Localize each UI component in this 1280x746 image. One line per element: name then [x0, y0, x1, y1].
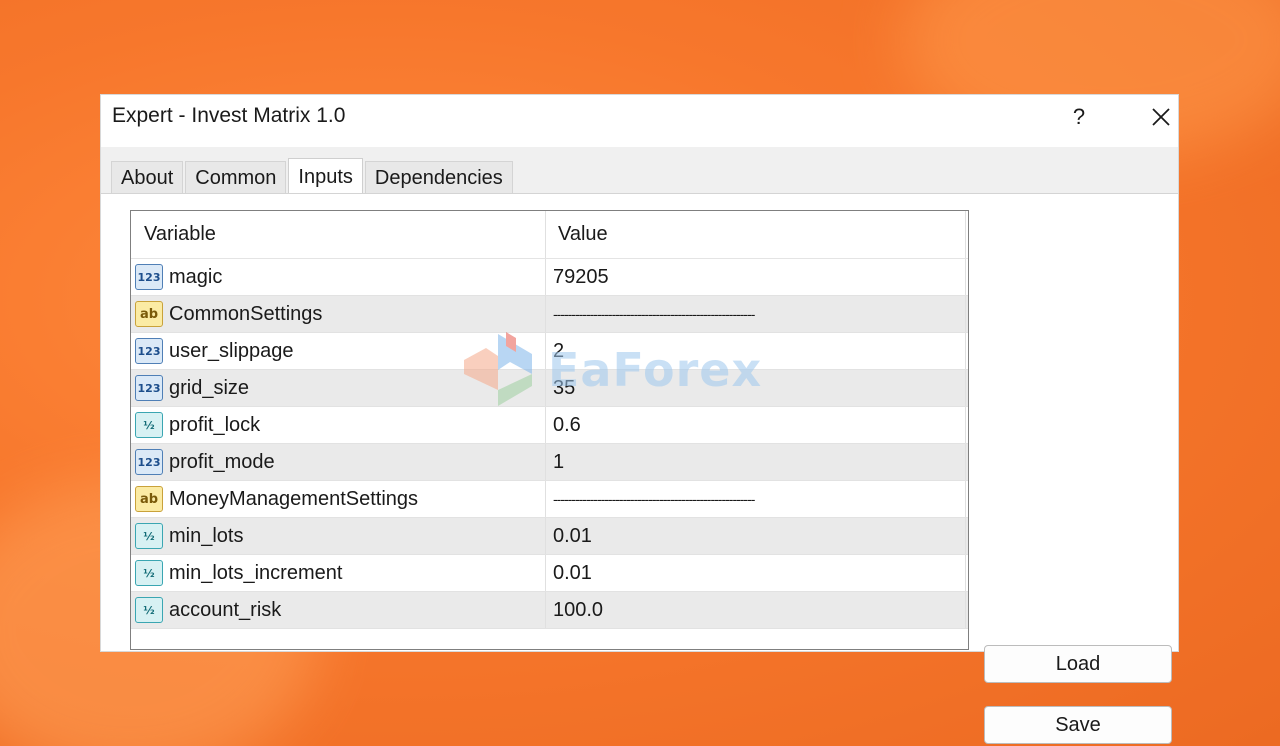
load-button[interactable]: Load	[984, 645, 1172, 683]
variable-name: min_lots_increment	[169, 561, 343, 584]
close-icon	[1152, 108, 1170, 126]
table-row[interactable]: ½ min_lots 0.01	[131, 518, 968, 555]
tab-common[interactable]: Common	[185, 161, 287, 194]
variable-name: profit_mode	[169, 450, 275, 473]
tab-about[interactable]: About	[111, 161, 184, 194]
column-header-variable[interactable]: Variable	[131, 211, 546, 258]
save-button[interactable]: Save	[984, 706, 1172, 744]
table-header: Variable Value	[131, 211, 968, 259]
value-cell[interactable]: 0.01	[546, 555, 966, 591]
value-cell[interactable]: ----------------------------------------…	[546, 481, 966, 517]
integer-type-icon: 123	[135, 338, 163, 364]
integer-type-icon: 123	[135, 449, 163, 475]
integer-type-icon: 123	[135, 264, 163, 290]
double-type-icon: ½	[135, 523, 163, 549]
column-header-value[interactable]: Value	[546, 211, 966, 258]
variable-cell[interactable]: ab CommonSettings	[131, 296, 546, 332]
variable-cell[interactable]: 123 magic	[131, 259, 546, 295]
value-text: 0.01	[553, 561, 592, 584]
table-row[interactable]: ½ account_risk 100.0	[131, 592, 968, 629]
tab-dependencies[interactable]: Dependencies	[364, 161, 513, 194]
value-cell[interactable]: ----------------------------------------…	[546, 296, 966, 332]
close-button[interactable]	[1141, 99, 1181, 135]
table-row[interactable]: 123 user_slippage 2	[131, 333, 968, 370]
expert-dialog: Expert - Invest Matrix 1.0 ? About Commo…	[100, 94, 1179, 744]
string-type-icon: ab	[135, 301, 163, 327]
table-row[interactable]: ab CommonSettings ------------------------…	[131, 296, 968, 333]
variable-name: grid_size	[169, 376, 250, 399]
value-text: 0.6	[553, 413, 581, 436]
variable-name: user_slippage	[169, 339, 294, 362]
double-type-icon: ½	[135, 560, 163, 586]
table-row[interactable]: ½ profit_lock 0.6	[131, 407, 968, 444]
value-text: 35	[553, 376, 576, 399]
variable-cell[interactable]: 123 grid_size	[131, 370, 546, 406]
string-type-icon: ab	[135, 486, 163, 512]
value-cell[interactable]: 0.01	[546, 518, 966, 554]
table-row[interactable]: ab MoneyManagementSettings ---------------…	[131, 481, 968, 518]
variable-cell[interactable]: 123 profit_mode	[131, 444, 546, 480]
variable-cell[interactable]: ½ min_lots	[131, 518, 546, 554]
value-text: 2	[553, 339, 565, 362]
variable-cell[interactable]: ½ profit_lock	[131, 407, 546, 443]
value-cell[interactable]: 2	[546, 333, 966, 369]
variable-name: magic	[169, 265, 223, 288]
variable-name: account_risk	[169, 598, 282, 621]
value-cell[interactable]: 1	[546, 444, 966, 480]
value-cell[interactable]: 0.6	[546, 407, 966, 443]
value-cell[interactable]: 35	[546, 370, 966, 406]
value-text: 79205	[553, 265, 609, 288]
variable-cell[interactable]: ½ account_risk	[131, 592, 546, 628]
table-row[interactable]: 123 magic 79205	[131, 259, 968, 296]
table-body: 123 magic 79205 ab CommonSettings -----------…	[131, 259, 968, 629]
value-cell[interactable]: 79205	[546, 259, 966, 295]
value-text: 0.01	[553, 524, 592, 547]
variable-cell[interactable]: 123 user_slippage	[131, 333, 546, 369]
title-bar: Expert - Invest Matrix 1.0 ?	[101, 95, 1178, 147]
value-text: 1	[553, 450, 565, 473]
double-type-icon: ½	[135, 412, 163, 438]
variable-cell[interactable]: ab MoneyManagementSettings	[131, 481, 546, 517]
variable-name: profit_lock	[169, 413, 261, 436]
tab-bar: About Common Inputs Dependencies	[111, 157, 515, 195]
table-row[interactable]: 123 grid_size 35	[131, 370, 968, 407]
window-title: Expert - Invest Matrix 1.0	[112, 104, 346, 127]
variable-name: MoneyManagementSettings	[169, 487, 419, 510]
double-type-icon: ½	[135, 597, 163, 623]
value-cell[interactable]: 100.0	[546, 592, 966, 628]
variable-cell[interactable]: ½ min_lots_increment	[131, 555, 546, 591]
table-row[interactable]: 123 profit_mode 1	[131, 444, 968, 481]
variable-name: CommonSettings	[169, 302, 323, 325]
help-button[interactable]: ?	[1059, 99, 1099, 135]
integer-type-icon: 123	[135, 375, 163, 401]
inputs-table: Variable Value 123 magic 79205 ab CommonSett…	[130, 210, 969, 650]
value-text: ----------------------------------------…	[553, 306, 755, 322]
value-text: 100.0	[553, 598, 604, 621]
inputs-panel: Variable Value 123 magic 79205 ab CommonSett…	[101, 193, 1178, 744]
table-row[interactable]: ½ min_lots_increment 0.01	[131, 555, 968, 592]
variable-name: min_lots	[169, 524, 244, 547]
value-text: ----------------------------------------…	[553, 491, 755, 507]
tab-inputs[interactable]: Inputs	[288, 158, 363, 195]
